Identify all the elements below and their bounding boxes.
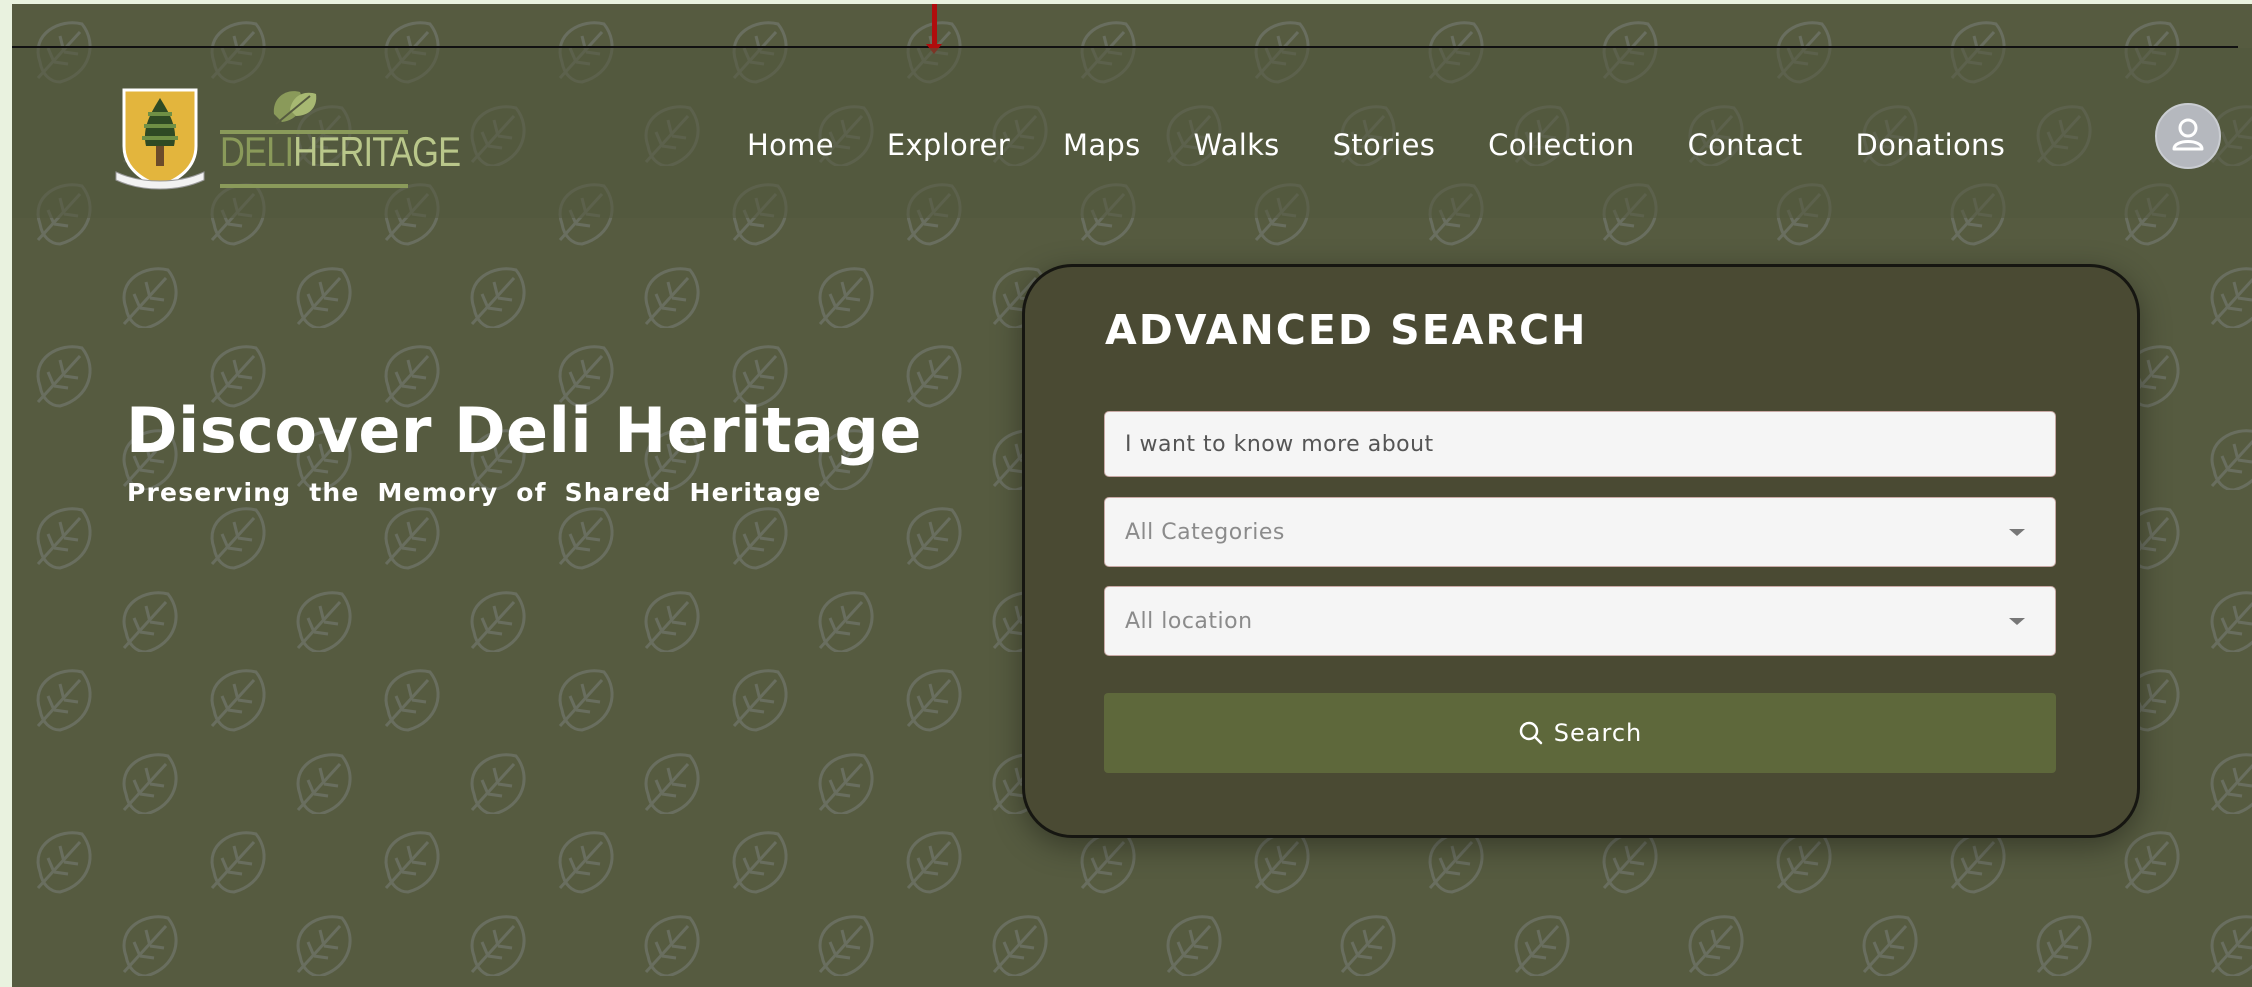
- chevron-down-icon: [2009, 618, 2025, 625]
- category-select[interactable]: All Categories: [1104, 497, 2056, 567]
- main-nav: Home Explorer Maps Walks Stories Collect…: [747, 128, 2058, 162]
- brand-wordmark: DELIHERITAGE: [220, 128, 461, 176]
- search-query-input[interactable]: I want to know more about: [1104, 411, 2056, 477]
- red-arrow-marker: [926, 4, 942, 54]
- page: DELIHERITAGE Home Explorer Maps Walks St…: [12, 4, 2252, 987]
- brand-name-part2: HERITAGE: [293, 128, 461, 175]
- category-select-value: All Categories: [1125, 519, 1285, 545]
- location-select[interactable]: All location: [1104, 586, 2056, 656]
- nav-item-home[interactable]: Home: [747, 128, 834, 162]
- nav-item-explorer[interactable]: Explorer: [887, 128, 1010, 162]
- leaf-logo-icon: [273, 91, 317, 125]
- user-avatar-button[interactable]: [2155, 103, 2221, 169]
- chevron-down-icon: [2009, 529, 2025, 536]
- nav-item-donations[interactable]: Donations: [1856, 128, 2006, 162]
- nav-item-stories[interactable]: Stories: [1333, 128, 1436, 162]
- hero-subtitle: Preserving the Memory of Shared Heritage: [127, 478, 822, 507]
- user-icon: [2172, 118, 2204, 151]
- nav-item-collection[interactable]: Collection: [1488, 128, 1634, 162]
- search-panel-title: ADVANCED SEARCH: [1105, 306, 1588, 354]
- search-button-label: Search: [1553, 719, 1643, 747]
- nav-item-contact[interactable]: Contact: [1688, 128, 1803, 162]
- search-icon: [1519, 721, 1543, 745]
- crest-icon: [115, 88, 205, 190]
- location-select-value: All location: [1125, 608, 1253, 634]
- search-button[interactable]: Search: [1104, 693, 2056, 773]
- site-header: DELIHERITAGE Home Explorer Maps Walks St…: [12, 48, 2252, 218]
- search-query-placeholder: I want to know more about: [1125, 431, 1434, 457]
- nav-item-maps[interactable]: Maps: [1063, 128, 1141, 162]
- hero-title: Discover Deli Heritage: [126, 394, 922, 467]
- nav-item-walks[interactable]: Walks: [1194, 128, 1280, 162]
- brand-name-part1: DELI: [220, 128, 294, 175]
- site-logo[interactable]: DELIHERITAGE: [112, 84, 461, 194]
